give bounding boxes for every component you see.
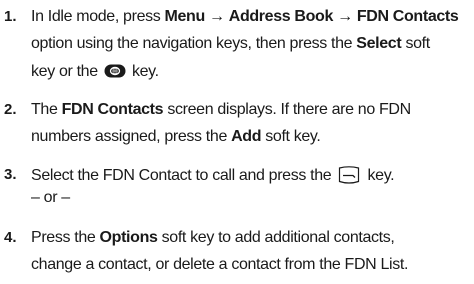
step-number: 2. [4, 101, 17, 118]
text: The [31, 101, 62, 118]
media-key-icon [104, 64, 126, 78]
address-book-label: Address Book [228, 8, 334, 25]
text: Select the FDN Contact to call and press… [31, 167, 336, 184]
step-3-line-1: Select the FDN Contact to call and press… [31, 166, 395, 185]
options-label: Options [99, 229, 158, 246]
menu-label: Menu [164, 8, 206, 25]
select-label: Select [356, 35, 402, 52]
step-1-line-3: key or the key. [31, 63, 159, 81]
text: soft key. [261, 128, 321, 145]
text: key or the [31, 63, 102, 80]
text: option using the navigation keys, then p… [31, 35, 357, 52]
arrow: → [204, 8, 229, 25]
step-number: 3. [4, 166, 17, 183]
text: key. [127, 63, 159, 80]
or-separator: – or – [31, 189, 70, 206]
step-2-line-1: The FDN Contacts screen displays. If the… [31, 101, 411, 119]
text: change a contact, or delete a contact fr… [31, 256, 409, 273]
step-number: 4. [4, 229, 17, 246]
text: key. [363, 167, 395, 184]
text: soft key to add additional contacts, [157, 229, 395, 246]
fdn-contacts-label: FDN Contacts [61, 101, 164, 118]
text: screen displays. If there are no FDN [163, 101, 411, 118]
instruction-list: 1. In Idle mode, press Menu → Address Bo… [0, 0, 474, 284]
text: Press the [31, 229, 100, 246]
fdn-contacts-label: FDN Contacts [356, 8, 459, 25]
step-3-line-2: – or – [31, 189, 70, 207]
text: In Idle mode, press [31, 8, 165, 25]
arrow: → [333, 8, 357, 25]
text: numbers assigned, press the [31, 128, 232, 145]
step-4-line-1: Press the Options soft key to add additi… [31, 229, 395, 247]
step-4-line-2: change a contact, or delete a contact fr… [31, 256, 408, 274]
step-1-line-1: In Idle mode, press Menu → Address Book … [31, 8, 459, 26]
send-key-icon [338, 166, 360, 184]
step-number: 1. [4, 8, 17, 25]
text: soft [401, 35, 430, 52]
add-label: Add [231, 128, 262, 145]
step-1-line-2: option using the navigation keys, then p… [31, 35, 430, 53]
step-2-line-2: numbers assigned, press the Add soft key… [31, 128, 321, 146]
